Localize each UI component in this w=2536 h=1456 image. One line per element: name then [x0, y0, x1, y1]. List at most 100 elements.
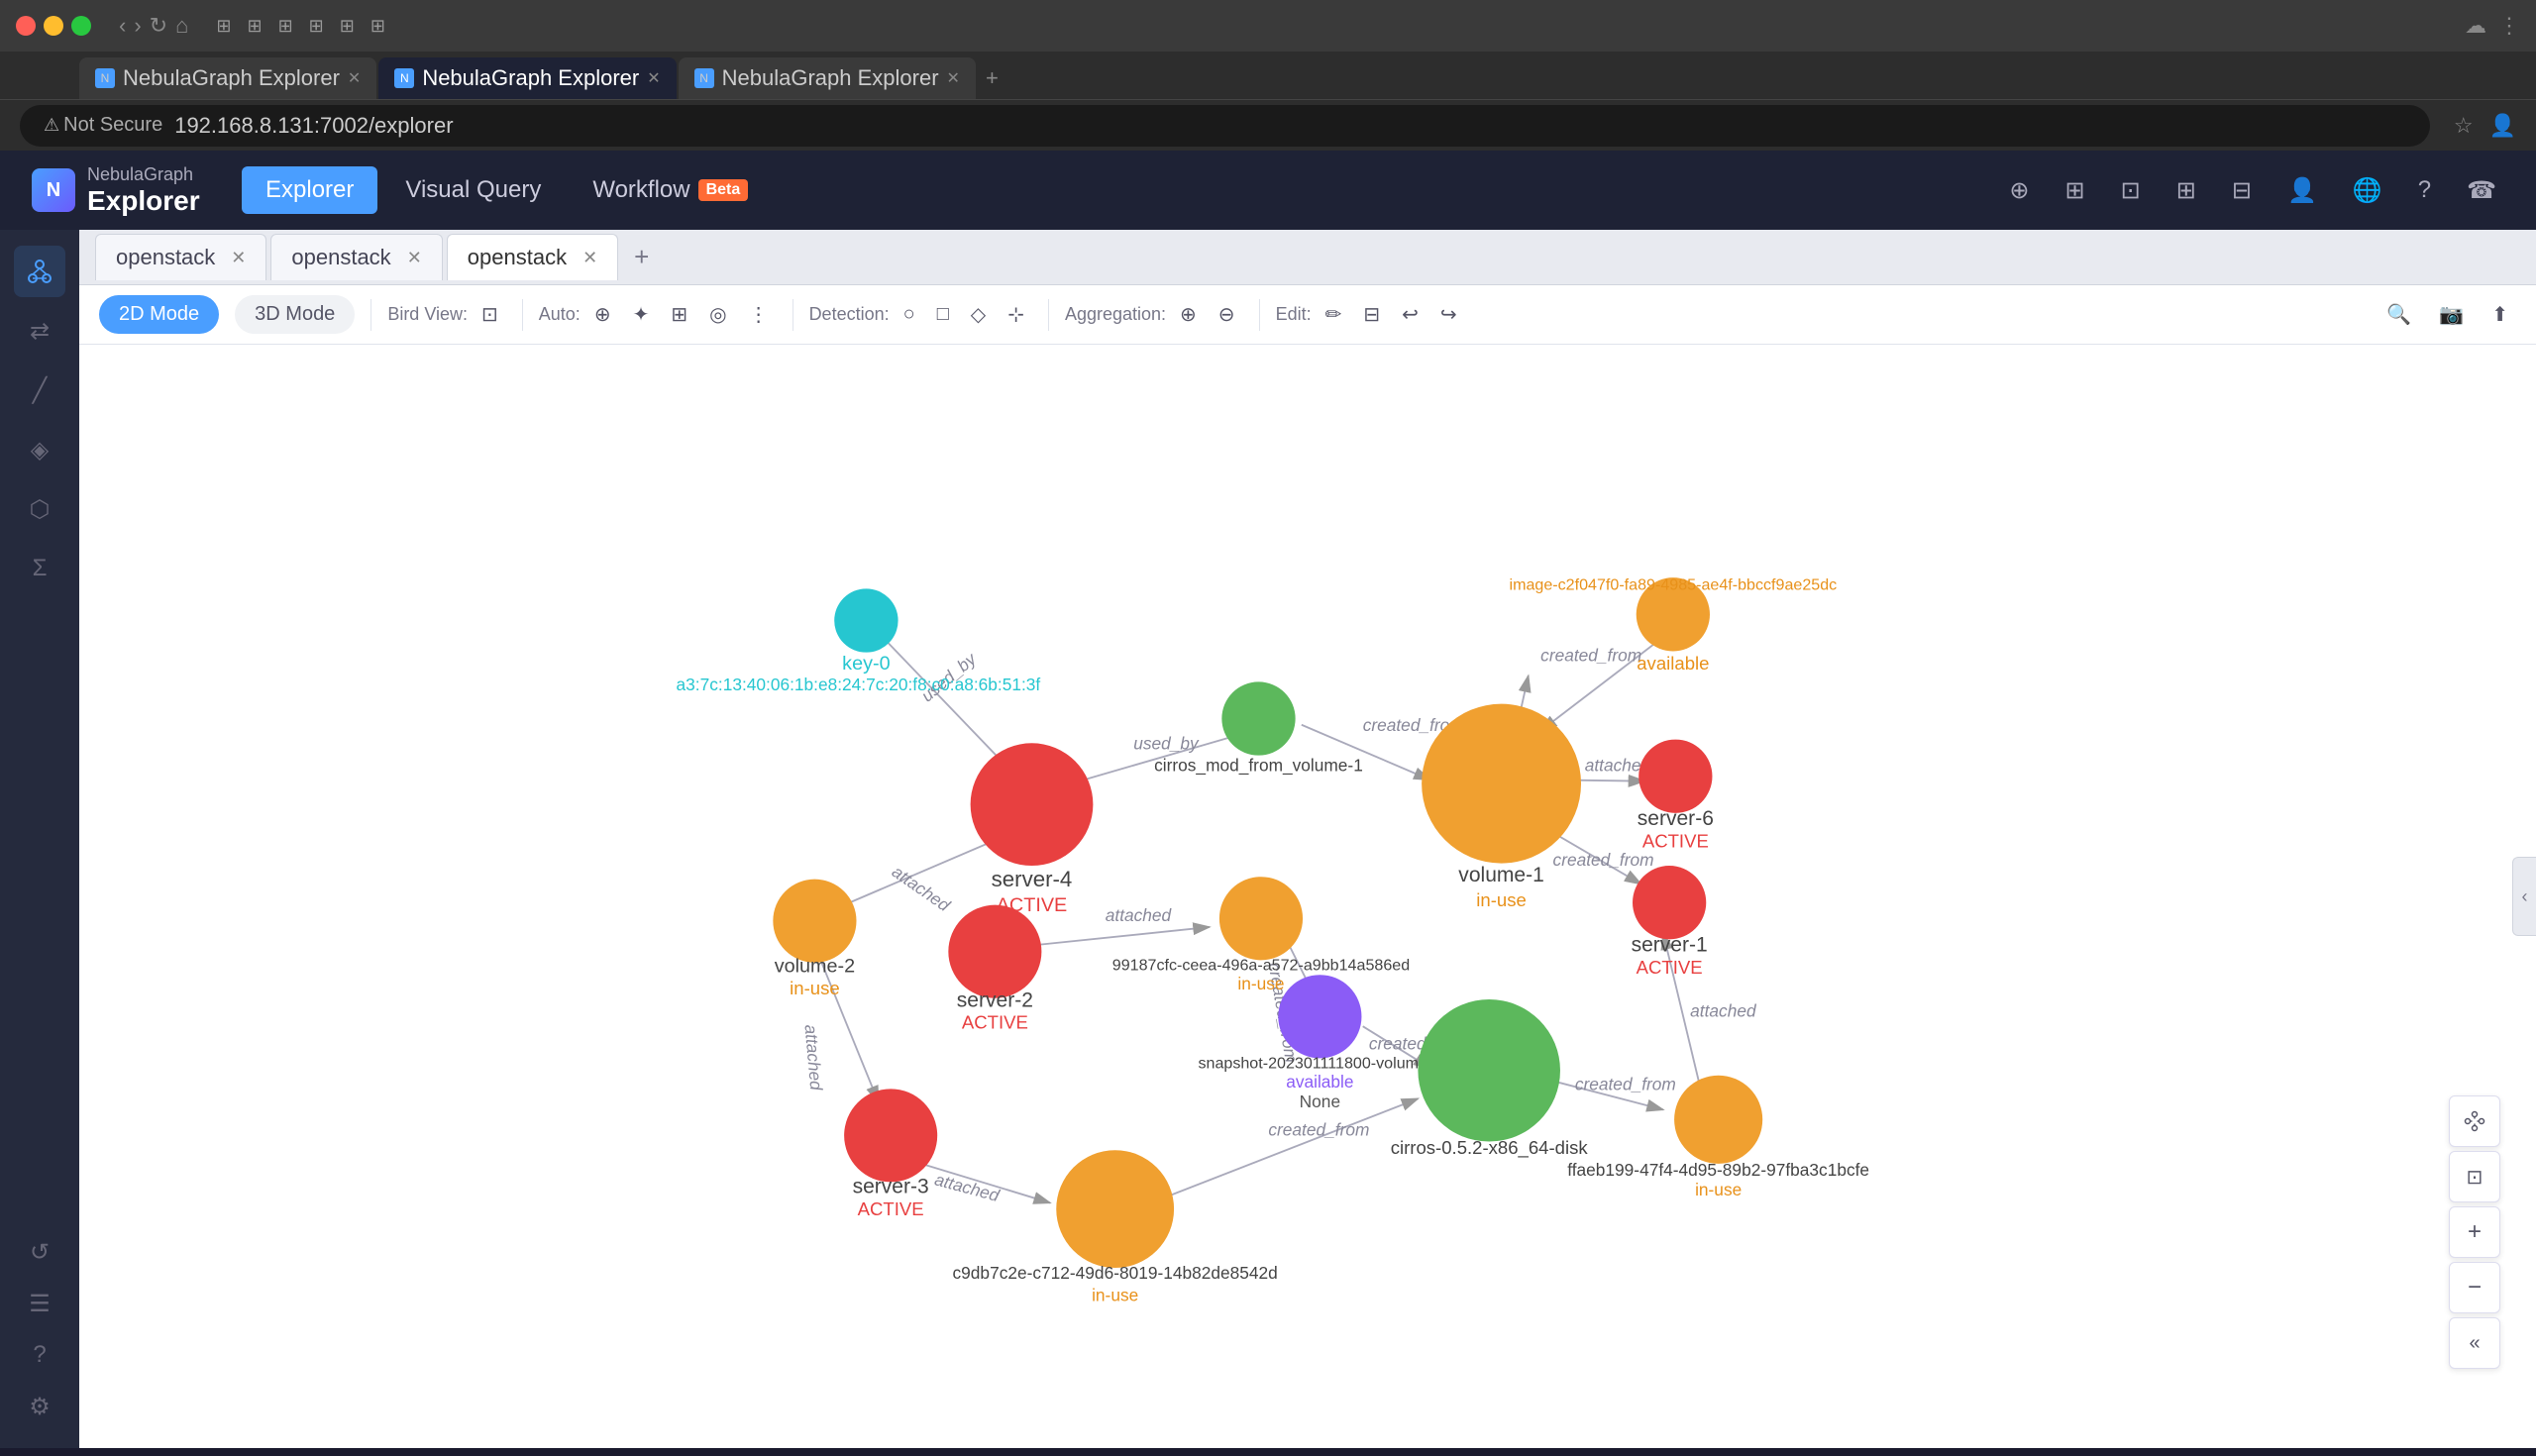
- title-bar: ‹ › ↻ ⌂ ⊞ ⊞ ⊞ ⊞ ⊞ ⊞ ☁ ⋮: [0, 0, 2536, 52]
- node-server-2[interactable]: server-2 ACTIVE: [948, 905, 1041, 1033]
- browser-tab-2[interactable]: N NebulaGraph Explorer ✕: [378, 57, 676, 99]
- browser-icon-6[interactable]: ⊞: [370, 16, 385, 37]
- edit-btn-2[interactable]: ⊟: [1355, 296, 1388, 333]
- redo-btn[interactable]: ↪: [1432, 296, 1465, 333]
- mode-2d-button[interactable]: 2D Mode: [99, 295, 219, 334]
- det-btn-1[interactable]: ○: [896, 297, 923, 332]
- agg-btn-2[interactable]: ⊖: [1211, 296, 1243, 333]
- auto-btn-2[interactable]: ✦: [625, 296, 658, 333]
- det-btn-4[interactable]: ⊹: [1000, 296, 1032, 333]
- close-button[interactable]: [16, 16, 36, 36]
- edit-btn-1[interactable]: ✏: [1318, 296, 1350, 333]
- browser-tab-1[interactable]: N NebulaGraph Explorer ✕: [79, 57, 376, 99]
- sidebar-icon-help[interactable]: ?: [14, 1329, 65, 1381]
- auto-btn-4[interactable]: ◎: [701, 296, 734, 333]
- sidebar-icon-share[interactable]: ⇄: [14, 305, 65, 357]
- node-vol-99187[interactable]: 99187cfc-ceea-496a-a572-a9bb14a586ed in-…: [1112, 877, 1410, 993]
- address-bar[interactable]: ⚠ Not Secure 192.168.8.131:7002/explorer: [20, 105, 2430, 147]
- svg-text:key-0: key-0: [842, 653, 890, 675]
- nav-icon-3[interactable]: ⊡: [2113, 168, 2149, 213]
- nav-icon-globe[interactable]: 🌐: [2345, 168, 2390, 213]
- zoom-in-btn[interactable]: +: [2449, 1206, 2500, 1258]
- profile-icon[interactable]: 👤: [2489, 113, 2516, 139]
- auto-btn-1[interactable]: ⊕: [586, 296, 619, 333]
- graph-layout-btn[interactable]: [2449, 1095, 2500, 1147]
- agg-btn-1[interactable]: ⊕: [1172, 296, 1205, 333]
- browser-icon-1[interactable]: ⊞: [216, 16, 231, 37]
- nav-workflow[interactable]: Workflow Beta: [569, 166, 772, 214]
- sidebar-icon-algo[interactable]: ◈: [14, 424, 65, 475]
- undo-btn[interactable]: ↩: [1394, 296, 1426, 333]
- nav-icon-5[interactable]: ⊟: [2224, 168, 2260, 213]
- browser-icon-4[interactable]: ⊞: [309, 16, 324, 37]
- browser-tab-3[interactable]: N NebulaGraph Explorer ✕: [679, 57, 976, 99]
- node-cirros-disk[interactable]: cirros-0.5.2-x86_64-disk: [1391, 999, 1589, 1159]
- node-server-1[interactable]: server-1 ACTIVE: [1632, 866, 1708, 978]
- browser-tab-1-close[interactable]: ✕: [348, 68, 361, 88]
- svg-text:image-c2f047f0-fa89-4985-ae4f-: image-c2f047f0-fa89-4985-ae4f-bbccf9ae25…: [1509, 576, 1837, 594]
- sidebar-icon-settings[interactable]: ⚙: [14, 1381, 65, 1432]
- nav-icon-phone[interactable]: ☎: [2459, 168, 2504, 213]
- content-tab-3-close[interactable]: ✕: [582, 248, 597, 268]
- sidebar-icon-sum[interactable]: Σ: [14, 543, 65, 594]
- export-btn[interactable]: ⬆: [2483, 296, 2516, 333]
- forward-icon[interactable]: ›: [134, 13, 141, 39]
- nav-icon-4[interactable]: ⊞: [2168, 168, 2204, 213]
- nav-explorer[interactable]: Explorer: [242, 166, 377, 214]
- auto-btn-5[interactable]: ⋮: [741, 296, 777, 333]
- graph-canvas[interactable]: used_by used_by attached attached attach…: [79, 345, 2536, 1448]
- nav-icon-2[interactable]: ⊞: [2058, 168, 2093, 213]
- browser-icon-2[interactable]: ⊞: [247, 16, 262, 37]
- camera-btn[interactable]: 📷: [2431, 296, 2472, 333]
- node-volume-1[interactable]: volume-1 in-use: [1422, 704, 1581, 910]
- content-tab-2-close[interactable]: ✕: [407, 248, 422, 268]
- content-tab-1[interactable]: openstack ✕: [95, 234, 266, 280]
- nav-icon-6[interactable]: 👤: [2279, 168, 2325, 213]
- content-tab-2[interactable]: openstack ✕: [270, 234, 442, 280]
- node-server-3[interactable]: server-3 ACTIVE: [844, 1089, 937, 1218]
- back-icon[interactable]: ‹: [119, 13, 126, 39]
- sidebar-icon-hex[interactable]: ⬡: [14, 483, 65, 535]
- browser-tab-3-close[interactable]: ✕: [947, 68, 960, 88]
- node-key-0[interactable]: key-0 a3:7c:13:40:06:1b:e8:24:7c:20:f8:c…: [677, 588, 1041, 694]
- browser-icon-3[interactable]: ⊞: [278, 16, 293, 37]
- node-server-4[interactable]: server-4 ACTIVE: [971, 743, 1094, 916]
- browser-tab-2-close[interactable]: ✕: [647, 68, 660, 88]
- nav-visual-query[interactable]: Visual Query: [381, 166, 565, 214]
- mode-3d-button[interactable]: 3D Mode: [235, 295, 355, 334]
- auto-btn-3[interactable]: ⊞: [663, 296, 695, 333]
- nav-icon-help[interactable]: ?: [2410, 168, 2439, 212]
- home-icon[interactable]: ⌂: [175, 13, 188, 39]
- bird-view-btn[interactable]: ⊡: [474, 296, 506, 333]
- nav-icon-1[interactable]: ⊕: [2001, 168, 2037, 213]
- zoom-out-btn[interactable]: −: [2449, 1262, 2500, 1313]
- content-tab-3[interactable]: openstack ✕: [447, 234, 618, 280]
- sidebar-icon-history[interactable]: ↺: [14, 1226, 65, 1278]
- add-tab-button[interactable]: +: [622, 236, 661, 278]
- content-tab-1-close[interactable]: ✕: [231, 248, 246, 268]
- expand-all-btn[interactable]: «: [2449, 1317, 2500, 1369]
- minimize-button[interactable]: [44, 16, 63, 36]
- svg-text:ACTIVE: ACTIVE: [858, 1198, 924, 1219]
- det-btn-2[interactable]: □: [929, 297, 957, 332]
- sidebar-icon-graph[interactable]: [14, 246, 65, 297]
- menu-icon[interactable]: ⋮: [2498, 13, 2520, 39]
- workflow-label: Workflow: [592, 176, 689, 204]
- node-volume-2[interactable]: volume-2 in-use: [773, 880, 856, 998]
- beta-badge: Beta: [698, 179, 749, 201]
- maximize-button[interactable]: [71, 16, 91, 36]
- browser-icon-5[interactable]: ⊞: [340, 16, 355, 37]
- panel-collapse-button[interactable]: ‹: [2512, 857, 2536, 936]
- refresh-icon[interactable]: ↻: [150, 13, 167, 39]
- sidebar-icon-list[interactable]: ☰: [14, 1278, 65, 1329]
- graph-fit-btn[interactable]: ⊡: [2449, 1151, 2500, 1202]
- tab-favicon-3: N: [694, 68, 714, 88]
- search-btn[interactable]: 🔍: [2378, 296, 2419, 333]
- node-cirros-mod[interactable]: cirros_mod_from_volume-1: [1154, 681, 1363, 775]
- sidebar-icon-line[interactable]: ╱: [14, 364, 65, 416]
- new-tab-button[interactable]: +: [978, 57, 1006, 99]
- det-btn-3[interactable]: ◇: [963, 296, 994, 333]
- node-server-6[interactable]: server-6 ACTIVE: [1638, 740, 1714, 852]
- detection-label: Detection:: [809, 304, 890, 325]
- bookmark-icon[interactable]: ☆: [2454, 113, 2474, 139]
